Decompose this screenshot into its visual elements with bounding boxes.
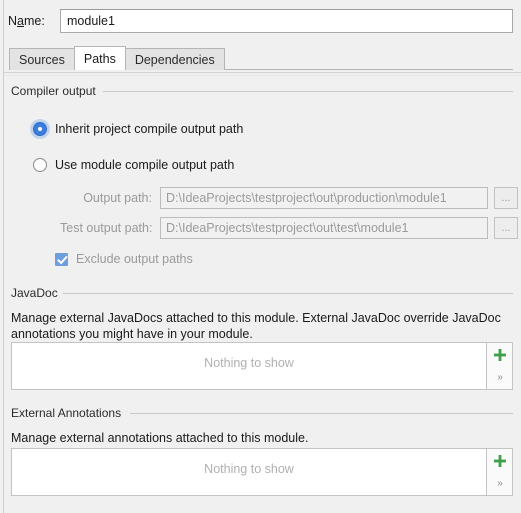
radio-row-use-module[interactable]: Use module compile output path — [33, 158, 234, 172]
javadoc-empty-text: Nothing to show — [204, 356, 294, 370]
field-row-test-output-path: Test output path: ... — [60, 217, 518, 239]
output-path-input[interactable] — [160, 187, 488, 209]
javadoc-add-button[interactable] — [489, 346, 511, 364]
tab-content-divider — [4, 72, 521, 73]
module-paths-dialog: Name: Sources Paths Dependencies Compile… — [0, 0, 521, 513]
radio-inherit-project-output[interactable] — [33, 122, 47, 136]
external-annotations-list-toolbar: » — [486, 449, 512, 495]
javadoc-list-toolbar: » — [486, 343, 512, 389]
external-annotations-empty-text: Nothing to show — [204, 462, 294, 476]
output-path-label: Output path: — [83, 191, 152, 205]
test-output-path-input[interactable] — [160, 217, 488, 239]
radio-row-inherit[interactable]: Inherit project compile output path — [33, 122, 243, 136]
test-output-path-label: Test output path: — [60, 221, 153, 235]
dialog-left-border — [3, 0, 4, 513]
external-annotations-expand-button[interactable]: » — [489, 475, 511, 493]
name-row: Name: — [8, 8, 513, 34]
tab-list: Sources Paths Dependencies — [9, 46, 225, 70]
field-row-output-path: Output path: ... — [60, 187, 518, 209]
chevron-double-right-icon: » — [497, 478, 502, 489]
radio-use-module-output[interactable] — [33, 158, 47, 172]
group-title-compiler-output: Compiler output — [11, 84, 96, 98]
external-annotations-add-button[interactable] — [489, 452, 511, 470]
group-line-javadoc — [63, 293, 513, 294]
radio-use-module-output-label: Use module compile output path — [55, 158, 235, 172]
javadoc-list-container: Nothing to show » — [11, 342, 513, 390]
group-line-compiler-output — [103, 91, 513, 92]
external-annotations-list[interactable]: Nothing to show — [12, 449, 486, 495]
tab-bar: Sources Paths Dependencies — [9, 46, 513, 70]
test-output-path-browse-button[interactable]: ... — [494, 217, 518, 239]
tab-sources[interactable]: Sources — [9, 48, 75, 70]
group-title-external-annotations: External Annotations — [11, 406, 122, 420]
name-label: Name: — [8, 14, 45, 28]
external-annotations-list-container: Nothing to show » — [11, 448, 513, 496]
checkmark-icon — [57, 255, 68, 264]
chevron-double-right-icon: » — [497, 372, 502, 383]
name-input[interactable] — [60, 9, 513, 33]
tab-dependencies[interactable]: Dependencies — [124, 48, 225, 70]
output-path-browse-button[interactable]: ... — [494, 187, 518, 209]
tab-content-divider-shadow — [4, 75, 521, 76]
plus-icon — [493, 455, 506, 467]
radio-inherit-project-output-label: Inherit project compile output path — [55, 122, 244, 136]
checkbox-exclude-output-paths[interactable] — [55, 252, 68, 266]
javadoc-expand-button[interactable]: » — [489, 369, 511, 387]
javadoc-description: Manage external JavaDocs attached to thi… — [11, 311, 501, 341]
javadoc-list[interactable]: Nothing to show — [12, 343, 486, 389]
name-label-mnemonic: a — [17, 14, 24, 28]
plus-icon — [493, 349, 506, 361]
external-annotations-description: Manage external annotations attached to … — [11, 431, 309, 445]
checkbox-exclude-output-paths-label: Exclude output paths — [76, 252, 193, 266]
group-line-external-annotations — [130, 413, 513, 414]
group-title-javadoc: JavaDoc — [11, 286, 58, 300]
checkbox-row-exclude-output[interactable]: Exclude output paths — [55, 252, 193, 266]
tab-paths[interactable]: Paths — [73, 46, 126, 70]
